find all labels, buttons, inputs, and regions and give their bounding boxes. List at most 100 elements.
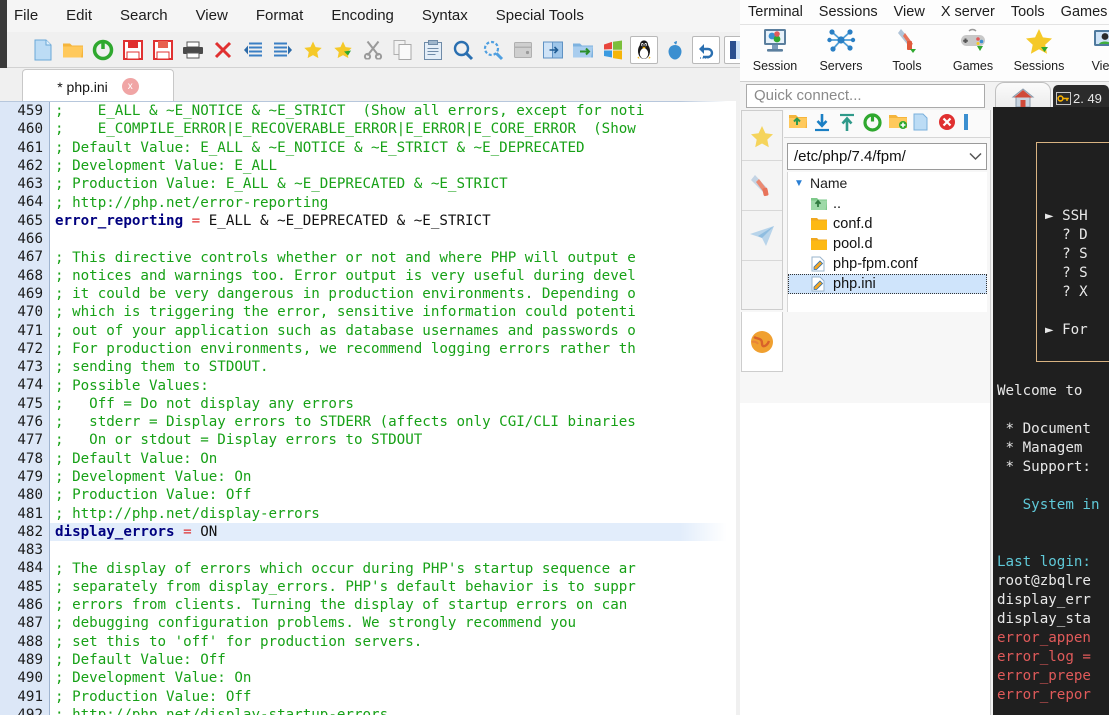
menu-file[interactable]: File <box>0 0 52 32</box>
moba-menu-sessions[interactable]: Sessions <box>811 0 886 24</box>
ribbon-session[interactable]: Session <box>742 25 808 73</box>
rail-sessions[interactable] <box>742 211 782 261</box>
code-line[interactable]: 476 ; stderr = Display errors to STDERR (… <box>0 413 740 432</box>
save-as-icon[interactable] <box>150 37 176 63</box>
bookmark-toggle-icon[interactable] <box>300 37 326 63</box>
code-line[interactable]: 464 ; http://php.net/error-reporting <box>0 193 740 212</box>
code-line[interactable]: 489 ; Default Value: Off <box>0 650 740 670</box>
linux-icon[interactable] <box>630 35 658 64</box>
code-line[interactable]: 491 ; Production Value: Off <box>0 687 740 706</box>
indent-icon[interactable] <box>270 37 296 63</box>
code-line[interactable]: 463 ; Production Value: E_ALL & ~E_DEPREC… <box>0 175 740 194</box>
sftp-path-bar[interactable]: /etc/php/7.4/fpm/ <box>787 143 987 170</box>
code-line[interactable]: 467 ; This directive controls whether or … <box>0 248 740 267</box>
list-item[interactable]: php.ini <box>788 274 987 294</box>
code-line[interactable]: 468 ; notices and warnings too. Error out… <box>0 266 740 285</box>
reload-icon[interactable] <box>90 37 116 63</box>
menu-search[interactable]: Search <box>106 0 182 32</box>
tab-close-icon[interactable]: x <box>121 78 139 95</box>
compare-icon[interactable] <box>540 37 566 63</box>
move-to-folder-icon[interactable] <box>570 37 596 63</box>
code-line[interactable]: 480 ; Production Value: Off <box>0 486 740 505</box>
find-icon[interactable] <box>450 37 476 63</box>
code-line[interactable]: 479 ; Development Value: On <box>0 467 740 487</box>
code-line[interactable]: 474 ; Possible Values: <box>0 376 740 395</box>
code-line[interactable]: 470 ; which is triggering the error, sens… <box>0 303 740 322</box>
code-line[interactable]: 475 ; Off = Do not display any errors <box>0 394 740 414</box>
rail-macros[interactable] <box>741 312 783 372</box>
menu-view[interactable]: View <box>182 0 242 32</box>
upload-icon[interactable] <box>838 113 863 135</box>
moba-menu-terminal[interactable]: Terminal <box>740 0 811 24</box>
ribbon-view[interactable]: View <box>1072 25 1109 73</box>
code-line[interactable]: 465 error_reporting = E_ALL & ~E_DEPRECAT… <box>0 211 740 231</box>
file-list-header[interactable]: ▼ Name <box>788 172 987 194</box>
code-line[interactable]: 460 ; E_COMPILE_ERROR|E_RECOVERABLE_ERROR… <box>0 120 740 139</box>
code-line[interactable]: 459 ; E_ALL & ~E_NOTICE & ~E_STRICT (Show… <box>0 102 740 121</box>
ribbon-servers[interactable]: Servers <box>808 25 874 73</box>
menu-format[interactable]: Format <box>242 0 318 32</box>
bookmark-next-icon[interactable] <box>330 37 356 63</box>
menu-syntax[interactable]: Syntax <box>408 0 482 32</box>
moba-menu-games[interactable]: Games <box>1053 0 1109 24</box>
menu-encoding[interactable]: Encoding <box>317 0 408 32</box>
code-line[interactable]: 492 ; http://php.net/display-startup-erro… <box>0 705 740 715</box>
code-line[interactable]: 486 ; errors from clients. Turning the di… <box>0 596 740 615</box>
refresh-icon[interactable] <box>863 112 888 135</box>
open-folder-icon[interactable] <box>60 37 86 63</box>
code-line[interactable]: 488 ; set this to 'off' for production se… <box>0 632 740 651</box>
rail-bookmarks[interactable] <box>742 111 782 161</box>
code-line[interactable]: 478 ; Default Value: On <box>0 449 740 468</box>
ribbon-tools[interactable]: Tools <box>874 25 940 73</box>
more-icon[interactable] <box>963 113 988 135</box>
apple-icon[interactable] <box>662 37 688 63</box>
ribbon-games[interactable]: Games <box>940 25 1006 73</box>
code-line[interactable]: 482 display_errors = ON <box>0 522 740 542</box>
code-line[interactable]: 461 ; Default Value: E_ALL & ~E_NOTICE & … <box>0 138 740 157</box>
column-header-name[interactable]: Name <box>810 175 847 191</box>
moba-menu-xserver[interactable]: X server <box>933 0 1003 24</box>
sort-arrow-icon[interactable]: ▼ <box>788 178 810 189</box>
code-line[interactable]: 466 <box>0 230 740 249</box>
menu-special-tools[interactable]: Special Tools <box>482 0 598 32</box>
sftp-file-list[interactable]: ▼ Name .. conf.d pool.d php-fpm.conf php… <box>787 172 987 312</box>
paste-icon[interactable] <box>420 37 446 63</box>
code-line[interactable]: 487 ; debugging configuration problems. W… <box>0 614 740 633</box>
moba-menu-view[interactable]: View <box>886 0 933 24</box>
list-item[interactable]: php-fpm.conf <box>788 254 987 274</box>
close-icon[interactable] <box>210 37 236 63</box>
code-line[interactable]: 483 <box>0 541 740 560</box>
rail-tools[interactable] <box>742 161 782 211</box>
up-folder-icon[interactable] <box>788 113 813 135</box>
print-icon[interactable] <box>180 37 206 63</box>
windows-icon[interactable] <box>600 37 626 63</box>
new-file-icon[interactable] <box>913 113 938 135</box>
undo-icon[interactable] <box>692 35 720 64</box>
code-line[interactable]: 473 ; sending them to STDOUT. <box>0 358 740 377</box>
code-line[interactable]: 485 ; separately from display_errors. PHP… <box>0 577 740 597</box>
replace-icon[interactable] <box>480 37 506 63</box>
code-line[interactable]: 469 ; it could be very dangerous in produ… <box>0 284 740 304</box>
new-folder-icon[interactable] <box>888 113 913 135</box>
list-item[interactable]: .. <box>788 194 987 214</box>
outdent-icon[interactable] <box>240 37 266 63</box>
code-line[interactable]: 481 ; http://php.net/display-errors <box>0 504 740 523</box>
delete-icon[interactable] <box>938 113 963 135</box>
chevron-down-icon[interactable] <box>969 152 982 161</box>
book-icon[interactable] <box>724 35 740 64</box>
code-editor-area[interactable]: 459 ; E_ALL & ~E_NOTICE & ~E_STRICT (Show… <box>0 101 740 715</box>
download-icon[interactable] <box>813 113 838 135</box>
moba-menu-tools[interactable]: Tools <box>1003 0 1053 24</box>
code-line[interactable]: 471 ; out of your application such as dat… <box>0 321 740 340</box>
code-line[interactable]: 477 ; On or stdout = Display errors to ST… <box>0 431 740 450</box>
list-item[interactable]: pool.d <box>788 234 987 254</box>
terminal-pane[interactable]: ► SSH ? D ? S ? S ? X ► For Welcome to *… <box>993 107 1109 715</box>
save-icon[interactable] <box>120 37 146 63</box>
code-line[interactable]: 462 ; Development Value: E_ALL <box>0 156 740 176</box>
code-line[interactable]: 472 ; For production environments, we rec… <box>0 339 740 359</box>
code-line[interactable]: 490 ; Development Value: On <box>0 669 740 688</box>
code-line[interactable]: 484 ; The display of errors which occur d… <box>0 559 740 578</box>
tab-php-ini[interactable]: * php.ini x <box>22 69 174 103</box>
list-item[interactable]: conf.d <box>788 214 987 234</box>
menu-edit[interactable]: Edit <box>52 0 106 32</box>
